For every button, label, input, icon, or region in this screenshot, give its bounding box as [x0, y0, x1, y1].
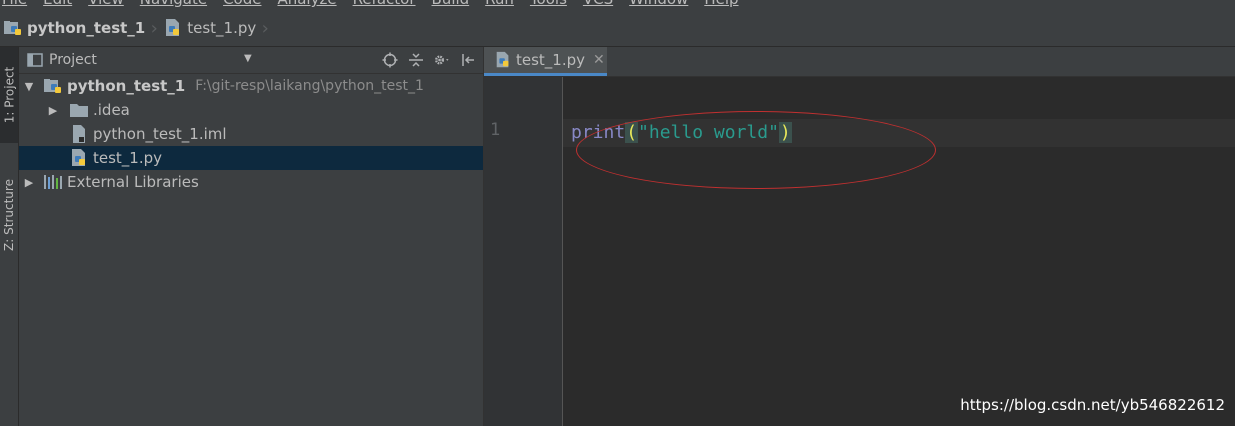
menu-items: FileEditViewNavigateCodeAnalyzeRefactorB…: [0, 0, 747, 9]
menu-item-file[interactable]: File: [0, 0, 35, 9]
tree-root-name: python_test_1: [67, 77, 186, 95]
project-tool-label: 1: Project: [2, 66, 16, 124]
close-icon[interactable]: ✕: [593, 52, 605, 68]
menu-item-vcs[interactable]: VCS: [575, 0, 621, 9]
collapsed-arrow-icon[interactable]: ▶: [47, 98, 59, 122]
project-tree: ▼ python_test_1 F:\git-resp\laikang\pyth…: [19, 74, 483, 194]
menu-item-help[interactable]: Help: [696, 0, 746, 9]
breadcrumb-separator: ›: [261, 17, 269, 39]
breadcrumb-project-label: python_test_1: [27, 19, 146, 37]
editor-tab-bar: test_1.py ✕: [484, 47, 1235, 77]
menu-item-refactor[interactable]: Refactor: [345, 0, 424, 9]
tab-test-1-py[interactable]: test_1.py ✕: [484, 47, 607, 76]
tree-idea-name: .idea: [93, 101, 130, 119]
breadcrumb-file-label: test_1.py: [187, 19, 257, 37]
menu-item-run[interactable]: Run: [477, 0, 522, 9]
chevron-down-icon[interactable]: ▼: [244, 53, 252, 64]
menu-item-code[interactable]: Code: [215, 0, 269, 9]
menu-item-edit[interactable]: Edit: [35, 0, 80, 9]
navigation-bar: python_test_1 › test_1.py ›: [0, 10, 1235, 47]
menu-item-build[interactable]: Build: [424, 0, 478, 9]
tool-window-stripe: 1: Project Z: Structure: [0, 47, 19, 426]
tree-row-idea[interactable]: ▶ .idea: [19, 98, 483, 122]
locate-icon[interactable]: [381, 50, 399, 70]
tree-row-py[interactable]: test_1.py: [19, 146, 483, 170]
breadcrumb-separator: ›: [150, 17, 158, 39]
tree-iml-name: python_test_1.iml: [93, 125, 227, 143]
project-tool-button[interactable]: 1: Project: [0, 47, 18, 143]
python-file-icon: [163, 18, 183, 38]
watermark: https://blog.csdn.net/yb546822612: [960, 396, 1225, 414]
python-file-icon: [69, 148, 89, 168]
tree-libs-name: External Libraries: [67, 173, 199, 191]
tree-row-iml[interactable]: python_test_1.iml: [19, 122, 483, 146]
project-panel: Project ▼ ▼ python_test_1 F:\git-resp\la…: [19, 47, 484, 426]
python-project-icon: [3, 18, 23, 38]
menu-item-window[interactable]: Window: [621, 0, 696, 9]
module-file-icon: [69, 124, 89, 144]
breadcrumb-file[interactable]: test_1.py: [163, 10, 256, 46]
structure-tool-button[interactable]: Z: Structure: [0, 165, 18, 265]
hide-panel-icon[interactable]: [459, 50, 477, 70]
tab-label: test_1.py: [516, 51, 586, 69]
tree-row-root[interactable]: ▼ python_test_1 F:\git-resp\laikang\pyth…: [19, 74, 483, 98]
folder-icon: [69, 100, 89, 120]
tree-root-path: F:\git-resp\laikang\python_test_1: [195, 78, 424, 94]
menu-item-analyze[interactable]: Analyze: [269, 0, 344, 9]
breadcrumb-project[interactable]: python_test_1: [0, 10, 145, 46]
structure-tool-label: Z: Structure: [2, 179, 16, 251]
annotation-ellipse: [576, 111, 936, 189]
menu-item-tools[interactable]: Tools: [522, 0, 575, 9]
collapsed-arrow-icon[interactable]: ▶: [23, 170, 35, 194]
editor-gutter: 1: [484, 77, 563, 426]
line-number: 1: [490, 120, 501, 140]
tree-row-libs[interactable]: ▶ External Libraries: [19, 170, 483, 194]
menu-item-navigate[interactable]: Navigate: [132, 0, 215, 9]
collapse-all-icon[interactable]: [407, 50, 425, 70]
tree-py-name: test_1.py: [93, 149, 163, 167]
menu-item-view[interactable]: View: [80, 0, 132, 9]
library-icon: [43, 172, 63, 192]
expanded-arrow-icon[interactable]: ▼: [23, 74, 35, 98]
project-view-title[interactable]: Project: [49, 52, 97, 68]
project-panel-header: Project ▼: [19, 47, 483, 74]
project-view-icon: [27, 52, 43, 68]
gear-icon[interactable]: [433, 50, 451, 70]
project-toolbar: [381, 50, 477, 70]
python-project-icon: [43, 76, 63, 96]
python-file-icon: [494, 51, 512, 69]
